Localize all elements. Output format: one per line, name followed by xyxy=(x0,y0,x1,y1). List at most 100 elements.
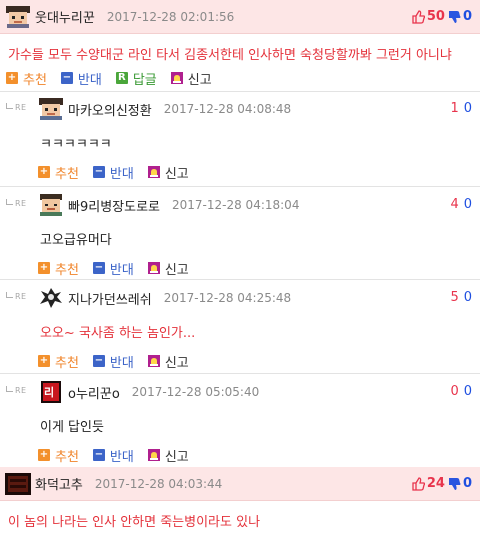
avatar[interactable] xyxy=(38,287,64,309)
oppose-button[interactable]: − 반대 xyxy=(92,352,134,371)
author-name[interactable]: o누리꾼o xyxy=(68,383,120,402)
avatar[interactable]: 리 xyxy=(38,381,64,403)
plus-icon: + xyxy=(38,449,50,461)
comment-header: 화덕고추 2017-12-28 04:03:44 24 0 xyxy=(0,467,480,501)
oppose-button[interactable]: − 반대 xyxy=(92,446,134,465)
avatar[interactable] xyxy=(5,472,31,495)
comment-text: ㅋㅋㅋㅋㅋㅋ xyxy=(40,136,112,152)
author-name[interactable]: 화덕고추 xyxy=(35,474,83,493)
thumbs-up-icon xyxy=(412,476,426,491)
reply-arrow-icon: RE xyxy=(6,292,27,301)
author-name[interactable]: 웃대누리꾼 xyxy=(35,7,95,26)
plus-icon: + xyxy=(38,262,50,274)
vote-summary: 00 xyxy=(450,384,472,399)
minus-icon: − xyxy=(92,166,105,178)
avatar[interactable] xyxy=(38,98,64,120)
recommend-label: 추천 xyxy=(55,355,79,371)
report-button[interactable]: 신고 xyxy=(147,163,189,182)
vote-summary: 50 xyxy=(450,290,472,305)
minus-icon: − xyxy=(92,355,105,367)
comment-text: 이 놈의 나라는 인사 안하면 죽는병이라도 있나 xyxy=(8,515,261,530)
reply-header: RE 마카오의신정환 2017-12-28 04:08:48 10 xyxy=(0,94,480,124)
avatar-text: 리 xyxy=(44,386,55,399)
oppose-button[interactable]: − 반대 xyxy=(60,69,102,88)
reply-item: RE 빠9리병장도로로 2017-12-28 04:18:04 40 고오급유머… xyxy=(0,186,480,280)
oppose-button[interactable]: − 반대 xyxy=(92,259,134,278)
report-button[interactable]: 신고 xyxy=(147,259,189,278)
report-label: 신고 xyxy=(164,262,189,278)
reply-arrow-icon: RE xyxy=(6,103,27,112)
comment-main: 화덕고추 2017-12-28 04:03:44 24 0 이 놈의 나라는 인… xyxy=(0,467,480,531)
comment-actions: + 추천 − 반대 신고 xyxy=(0,160,480,184)
report-button[interactable]: 신고 xyxy=(170,69,212,88)
report-label: 신고 xyxy=(164,355,189,371)
oppose-label: 반대 xyxy=(77,72,102,88)
up-count: 4 xyxy=(450,197,459,212)
reply-arrow-icon: RE xyxy=(6,386,27,395)
comment-date: 2017-12-28 04:18:04 xyxy=(172,198,300,212)
avatar[interactable] xyxy=(5,5,31,28)
vote-summary: 24 0 xyxy=(412,476,472,491)
recommend-label: 추천 xyxy=(55,262,79,278)
up-count: 1 xyxy=(450,101,459,116)
report-label: 신고 xyxy=(164,166,189,182)
recommend-label: 추천 xyxy=(23,72,47,88)
report-button[interactable]: 신고 xyxy=(147,446,189,465)
comment-actions: + 추천 − 반대 신고 xyxy=(0,256,480,280)
comment-date: 2017-12-28 05:05:40 xyxy=(131,385,260,399)
author-name[interactable]: 지나가던쓰레쉬 xyxy=(68,289,152,308)
comment-text: 고오급유머다 xyxy=(40,232,112,248)
reply-header: RE 리 o누리꾼o 2017-12-28 05:05:40 00 xyxy=(0,377,480,407)
author-name[interactable]: 마카오의신정환 xyxy=(68,100,152,119)
avatar[interactable] xyxy=(38,194,64,216)
siren-icon xyxy=(147,355,160,367)
reply-item: RE 지나가던쓰레쉬 2017-12-28 04:25:48 50 오오~ 국사… xyxy=(0,279,480,373)
comment-text: 오오~ 국사좀 하는 놈인가... xyxy=(40,325,196,341)
reply-header: RE 지나가던쓰레쉬 2017-12-28 04:25:48 50 xyxy=(0,283,480,313)
reply-icon: R xyxy=(115,72,128,84)
thumbs-up-icon xyxy=(412,9,426,24)
recommend-button[interactable]: + 추천 xyxy=(38,352,79,371)
recommend-label: 추천 xyxy=(55,166,79,182)
thumbs-down-icon xyxy=(448,10,461,24)
vote-summary: 40 xyxy=(450,197,472,212)
plus-icon: + xyxy=(6,72,18,84)
vote-summary: 10 xyxy=(450,101,472,116)
down-count: 0 xyxy=(463,290,472,305)
oppose-label: 반대 xyxy=(109,355,134,371)
recommend-button[interactable]: + 추천 xyxy=(38,259,79,278)
comment-text: 이게 답인듯 xyxy=(40,419,104,435)
down-count: 0 xyxy=(462,9,472,24)
comment-header: 웃대누리꾼 2017-12-28 02:01:56 50 0 xyxy=(0,0,480,34)
recommend-button[interactable]: + 추천 xyxy=(6,69,47,88)
reply-arrow-icon: RE xyxy=(6,199,27,208)
comment-actions: + 추천 − 반대 신고 xyxy=(0,349,480,373)
report-label: 신고 xyxy=(164,449,189,465)
down-count: 0 xyxy=(463,197,472,212)
vote-summary: 50 0 xyxy=(412,9,472,24)
plus-icon: + xyxy=(38,355,50,367)
reply-button[interactable]: R 답글 xyxy=(115,69,157,88)
down-count: 0 xyxy=(462,476,472,491)
comment-actions: + 추천 − 반대 신고 xyxy=(0,443,480,467)
minus-icon: − xyxy=(92,449,105,461)
siren-icon xyxy=(147,166,160,178)
minus-icon: − xyxy=(92,262,105,274)
siren-icon xyxy=(170,72,183,84)
recommend-button[interactable]: + 추천 xyxy=(38,163,79,182)
down-count: 0 xyxy=(463,101,472,116)
up-count: 24 xyxy=(426,476,445,491)
recommend-button[interactable]: + 추천 xyxy=(38,446,79,465)
report-button[interactable]: 신고 xyxy=(147,352,189,371)
comment-date: 2017-12-28 04:08:48 xyxy=(163,102,292,116)
oppose-label: 반대 xyxy=(109,262,134,278)
comment-date: 2017-12-28 02:01:56 xyxy=(106,9,235,24)
oppose-button[interactable]: − 반대 xyxy=(92,163,134,182)
minus-icon: − xyxy=(60,72,73,84)
reply-header: RE 빠9리병장도로로 2017-12-28 04:18:04 40 xyxy=(0,190,480,220)
author-name[interactable]: 빠9리병장도로로 xyxy=(68,196,160,215)
comment-actions: + 추천 − 반대 R 답글 신고 xyxy=(0,66,480,90)
oppose-label: 반대 xyxy=(109,449,134,465)
oppose-label: 반대 xyxy=(109,166,134,182)
reply-item: RE 마카오의신정환 2017-12-28 04:08:48 10 ㅋㅋㅋㅋㅋㅋ… xyxy=(0,91,480,184)
